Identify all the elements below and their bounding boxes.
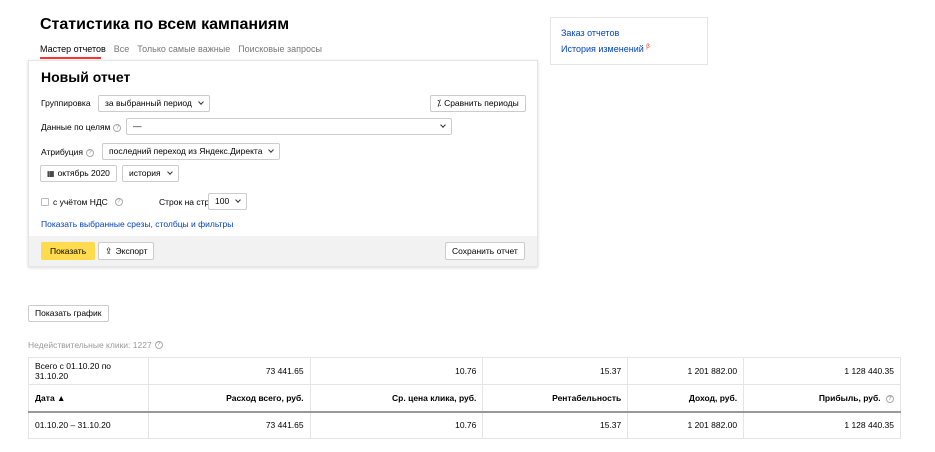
help-icon[interactable]: ? xyxy=(114,198,123,206)
rows-per-page-value: 100 xyxy=(215,196,230,206)
report-tabs: Мастер отчетов Все Только самые важные П… xyxy=(40,44,330,54)
tab-master[interactable]: Мастер отчетов xyxy=(40,44,106,54)
chevron-down-icon xyxy=(198,99,204,105)
export-button[interactable]: ⇪ Экспорт xyxy=(98,242,155,260)
table-cell: 10.76 xyxy=(309,411,484,439)
attribution-select[interactable]: последний переход из Яндекс.Директа xyxy=(102,143,281,160)
total-cell: 1 128 440.35 xyxy=(743,357,901,385)
vat-checkbox-row[interactable]: с учётом НДС ? xyxy=(41,197,123,207)
compare-periods-button[interactable]: ⁒ Сравнить периоды xyxy=(430,95,526,112)
table-cell: 15.37 xyxy=(482,411,629,439)
goals-label: Данные по целям? xyxy=(41,122,122,132)
period-picker[interactable]: ▦ октябрь 2020 xyxy=(40,165,117,182)
attribution-label-text: Атрибуция xyxy=(41,147,84,157)
export-label: Экспорт xyxy=(115,245,148,256)
chevron-down-icon xyxy=(268,147,275,153)
order-reports-link[interactable]: Заказ отчетов xyxy=(561,28,619,38)
column-header-cpc[interactable]: Ср. цена клика, руб. xyxy=(309,384,484,413)
history-value: история xyxy=(129,168,161,178)
total-cell: Всего с 01.10.20 по 31.10.20 xyxy=(28,357,149,385)
column-header-profitability[interactable]: Рентабельность xyxy=(482,384,629,413)
export-icon: ⇪ xyxy=(105,245,113,256)
table-cell: 01.10.20 – 31.10.20 xyxy=(28,411,149,439)
compare-label: Сравнить периоды xyxy=(444,98,519,108)
column-header-profit-label: Прибыль, руб. xyxy=(818,392,881,403)
total-row: Всего с 01.10.20 по 31.10.20 73 441.65 1… xyxy=(28,357,901,385)
total-cell: 1 201 882.00 xyxy=(627,357,745,385)
save-report-button[interactable]: Сохранить отчет xyxy=(445,242,525,260)
beta-badge: β xyxy=(646,44,650,50)
goals-select[interactable]: — xyxy=(126,118,452,135)
help-icon[interactable]: ? xyxy=(113,123,122,132)
active-tab-underline xyxy=(40,57,101,59)
grouping-select[interactable]: за выбранный период xyxy=(98,95,210,112)
invalid-clicks: Недействительные клики: 1227 ? xyxy=(28,340,163,350)
show-slices-link[interactable]: Показать выбранные срезы, столбцы и филь… xyxy=(41,219,233,229)
report-panel: Новый отчет Группировка за выбранный пер… xyxy=(28,60,538,267)
chevron-down-icon xyxy=(235,197,242,203)
invalid-clicks-text: Недействительные клики: 1227 xyxy=(28,340,152,350)
grouping-label: Группировка xyxy=(41,98,91,108)
help-icon[interactable]: ? xyxy=(86,148,95,157)
checkbox-icon[interactable] xyxy=(41,198,49,206)
goals-label-text: Данные по целям xyxy=(41,122,111,132)
history-row: История изменений β xyxy=(561,44,650,54)
help-icon[interactable]: ? xyxy=(886,394,894,403)
chevron-down-icon xyxy=(166,169,173,175)
vat-label: с учётом НДС xyxy=(53,197,108,207)
history-select[interactable]: история xyxy=(122,165,179,182)
table-cell: 1 128 440.35 xyxy=(743,411,901,439)
column-header-revenue[interactable]: Доход, руб. xyxy=(627,384,745,413)
tab-important[interactable]: Только самые важные xyxy=(137,44,230,54)
attribution-label: Атрибуция? xyxy=(41,147,95,157)
compare-icon: ⁒ xyxy=(437,98,442,108)
calendar-icon: ▦ xyxy=(47,169,55,178)
show-button[interactable]: Показать xyxy=(41,242,96,260)
grouping-value: за выбранный период xyxy=(105,98,192,108)
period-value: октябрь 2020 xyxy=(57,168,110,178)
column-header-profit[interactable]: Прибыль, руб. ? xyxy=(743,384,901,413)
attribution-value: последний переход из Яндекс.Директа xyxy=(109,146,263,156)
goals-value: — xyxy=(133,121,142,131)
total-cell: 15.37 xyxy=(482,357,629,385)
page-title: Статистика по всем кампаниям xyxy=(40,16,290,33)
show-chart-button[interactable]: Показать график xyxy=(28,305,109,322)
total-cell: 73 441.65 xyxy=(147,357,311,385)
tab-all[interactable]: Все xyxy=(114,44,130,54)
report-title: Новый отчет xyxy=(41,69,131,85)
table-cell: 1 201 882.00 xyxy=(627,411,745,439)
table-cell: 73 441.65 xyxy=(147,411,311,439)
table-row: 01.10.20 – 31.10.20 73 441.65 10.76 15.3… xyxy=(28,411,901,439)
rows-per-page-select[interactable]: 100 xyxy=(208,193,248,210)
history-link[interactable]: История изменений xyxy=(561,44,644,54)
help-icon[interactable]: ? xyxy=(154,341,163,349)
stats-table: Всего с 01.10.20 по 31.10.20 73 441.65 1… xyxy=(28,357,901,439)
header-row: Дата ▲ Расход всего, руб. Ср. цена клика… xyxy=(28,384,901,413)
column-header-date[interactable]: Дата ▲ xyxy=(28,384,149,413)
tab-search-queries[interactable]: Поисковые запросы xyxy=(238,44,322,54)
total-cell: 10.76 xyxy=(309,357,484,385)
column-header-spend[interactable]: Расход всего, руб. xyxy=(147,384,311,413)
sidebar-box: Заказ отчетов История изменений β xyxy=(550,17,708,65)
chevron-down-icon xyxy=(440,122,446,128)
